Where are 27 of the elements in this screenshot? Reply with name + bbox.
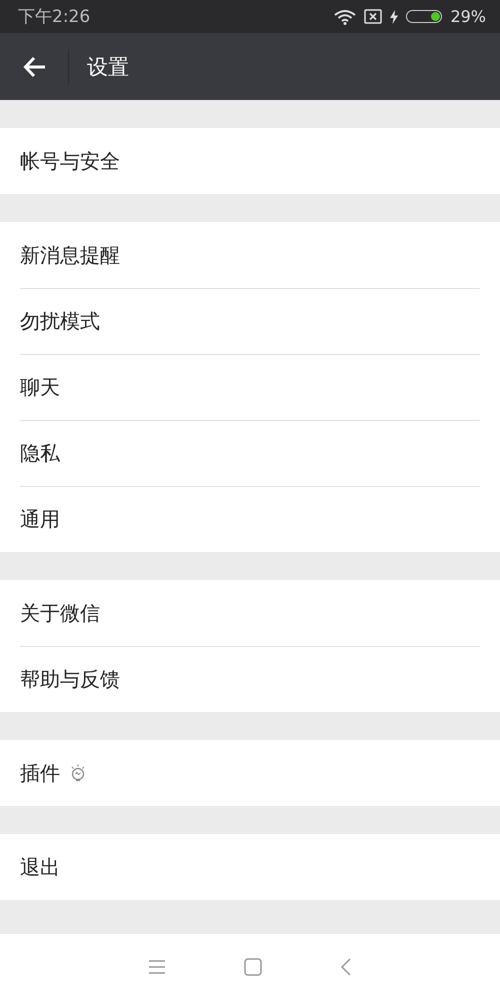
status-time: 下午2:26: [18, 6, 90, 28]
settings-label: 新消息提醒: [20, 242, 120, 268]
settings-item[interactable]: 聊天: [20, 354, 480, 420]
settings-label: 帐号与安全: [20, 148, 120, 174]
settings-label: 插件: [20, 760, 60, 786]
battery-percent: 29%: [450, 7, 486, 26]
settings-item[interactable]: 帮助与反馈: [20, 646, 480, 712]
settings-label: 帮助与反馈: [20, 666, 120, 693]
wifi-icon: [334, 8, 356, 24]
settings-label: 退出: [20, 854, 60, 880]
settings-item[interactable]: 新消息提醒: [20, 222, 480, 288]
back-icon[interactable]: [340, 958, 352, 976]
lightbulb-icon: [70, 764, 86, 782]
settings-label: 关于微信: [20, 600, 100, 626]
battery-icon: [406, 10, 442, 23]
settings-item[interactable]: 通用: [20, 486, 480, 552]
page-title: 设置: [87, 54, 129, 80]
settings-item[interactable]: 隐私: [20, 420, 480, 486]
home-icon[interactable]: [244, 958, 262, 976]
no-sim-icon: [364, 9, 382, 24]
settings-item[interactable]: 勿扰模式: [20, 288, 480, 354]
settings-label: 通用: [20, 506, 60, 533]
settings-item[interactable]: 关于微信: [20, 580, 480, 646]
menu-icon[interactable]: [148, 959, 166, 975]
settings-label: 隐私: [20, 440, 60, 467]
settings-label: 勿扰模式: [20, 308, 100, 335]
settings-label: 聊天: [20, 374, 60, 401]
